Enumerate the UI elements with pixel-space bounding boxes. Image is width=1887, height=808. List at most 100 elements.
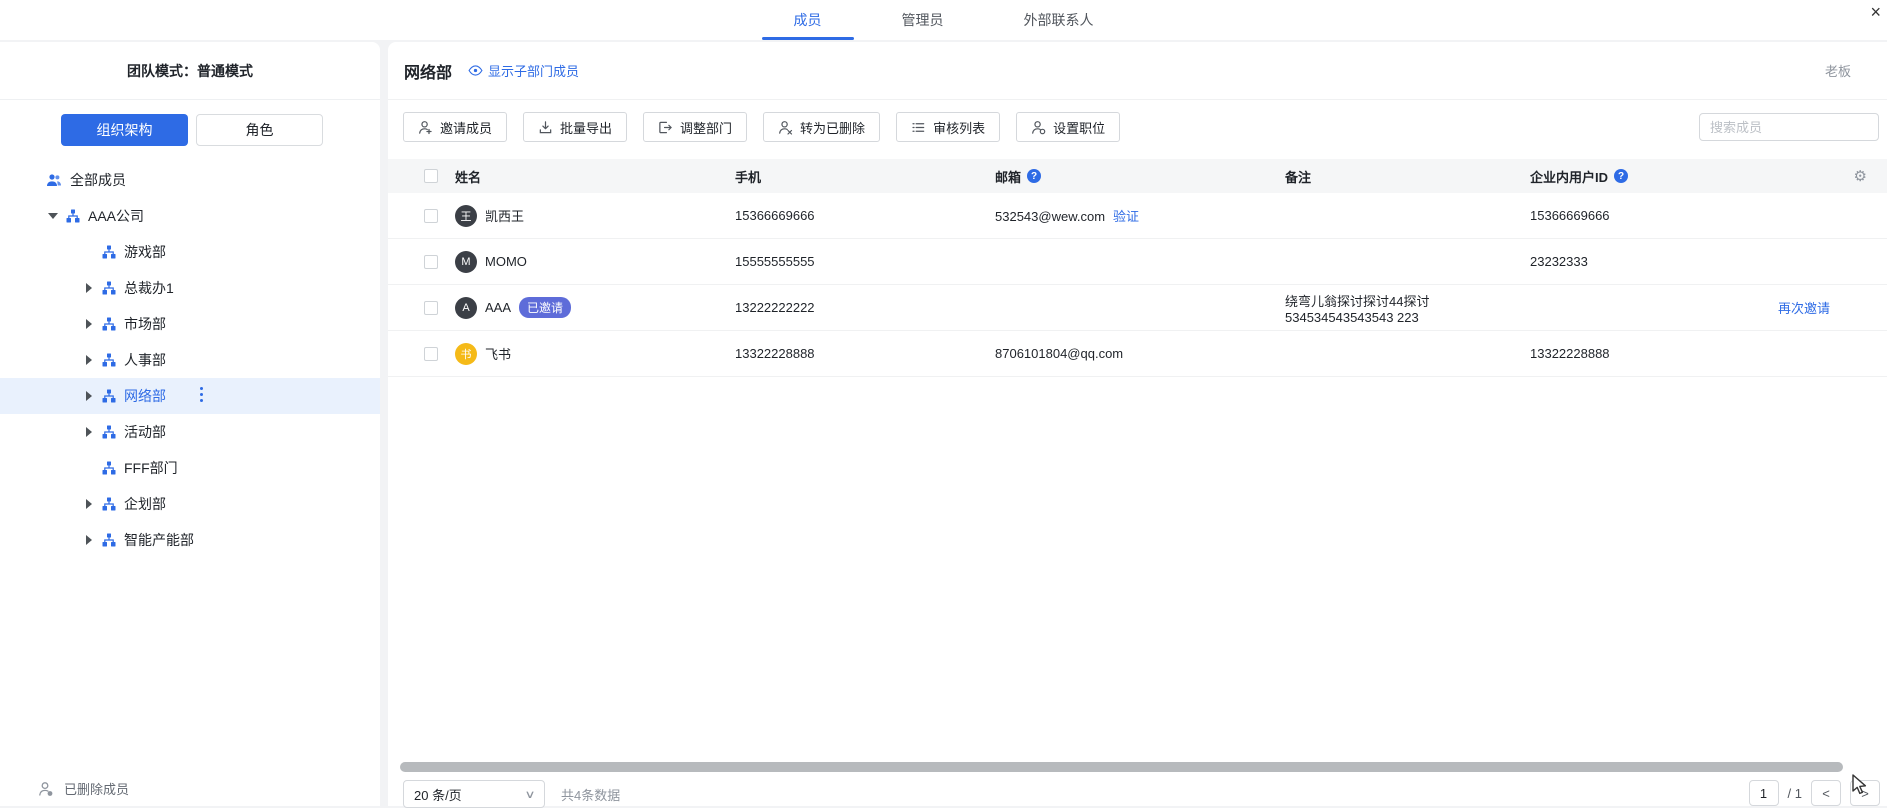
prev-page-button[interactable]: < [1811, 780, 1841, 806]
pagination-bar: 20 条/页 ∨ 共4条数据 1 / 1 < > [403, 780, 1887, 808]
invite-member-button[interactable]: 邀请成员 [403, 112, 507, 142]
toolbar: 邀请成员 批量导出 调整部门 转为已删除 审核列表 设置职位 [403, 112, 1120, 142]
current-page-box[interactable]: 1 [1749, 780, 1779, 806]
chevron-right-icon[interactable] [82, 391, 96, 401]
member-name: 凯西王 [485, 206, 524, 225]
help-icon[interactable]: ? [1614, 169, 1628, 183]
row-checkbox[interactable] [424, 255, 438, 269]
tree-item-dept[interactable]: 智能产能部 [0, 522, 380, 558]
close-icon[interactable]: × [1870, 2, 1881, 22]
move-to-deleted-button[interactable]: 转为已删除 [763, 112, 880, 142]
top-tab-bar: 成员 管理员 外部联系人 × [0, 0, 1887, 40]
role-badge: 老板 [1825, 61, 1851, 80]
column-user-id: 企业内用户ID ? [1530, 167, 1760, 186]
tree-item-dept[interactable]: 总裁办1 [0, 270, 380, 306]
verify-link[interactable]: 验证 [1113, 209, 1139, 224]
download-icon [538, 120, 553, 135]
table-row[interactable]: M MOMO 15555555555 23232333 [388, 239, 1887, 285]
org-icon [102, 317, 116, 331]
tree-item-company[interactable]: AAA公司 [0, 198, 380, 234]
search-input[interactable] [1700, 120, 1887, 135]
chevron-right-icon[interactable] [82, 319, 96, 329]
chevron-right-icon[interactable] [82, 499, 96, 509]
member-user-id: 15366669666 [1530, 208, 1760, 223]
tree-item-dept[interactable]: 企划部 [0, 486, 380, 522]
person-add-icon [418, 120, 433, 135]
member-phone: 13322228888 [735, 346, 995, 361]
tree-item-label: 总裁办1 [124, 278, 174, 298]
chevron-down-icon[interactable] [46, 213, 60, 219]
more-actions-icon[interactable] [200, 387, 204, 402]
column-email: 邮箱 ? [995, 167, 1285, 186]
status-badge: 已邀请 [519, 297, 571, 318]
review-list-button[interactable]: 审核列表 [896, 112, 1000, 142]
page-title: 网络部 [404, 59, 452, 83]
member-user-id: 23232333 [1530, 254, 1760, 269]
deleted-members-button[interactable]: 已删除成员 [38, 779, 129, 798]
org-icon [102, 245, 116, 259]
member-name: 飞书 [485, 344, 511, 363]
avatar: A [455, 297, 477, 319]
roles-button[interactable]: 角色 [196, 114, 323, 146]
table-row[interactable]: 书 飞书 13322228888 8706101804@qq.com 13322… [388, 331, 1887, 377]
member-name: AAA [485, 300, 511, 315]
member-table: 王 凯西王 15366669666 532543@wew.com验证 15366… [388, 193, 1887, 377]
next-page-button[interactable]: > [1850, 780, 1880, 806]
adjust-department-button[interactable]: 调整部门 [643, 112, 747, 142]
help-icon[interactable]: ? [1027, 169, 1041, 183]
tree-item-label: 网络部 [124, 386, 166, 406]
chevron-down-icon: ∨ [524, 788, 535, 801]
member-phone: 13222222222 [735, 300, 995, 315]
tree-item-label: AAA公司 [88, 206, 144, 226]
tab-group: 成员 管理员 外部联系人 [790, 0, 1098, 40]
page-size-select[interactable]: 20 条/页 ∨ [403, 780, 545, 808]
tree-item-label: 游戏部 [124, 242, 166, 262]
tree-item-dept-selected[interactable]: 网络部 [0, 378, 380, 414]
chevron-right-icon[interactable] [82, 283, 96, 293]
button-label: 设置职位 [1053, 118, 1105, 137]
tree-item-dept[interactable]: 人事部 [0, 342, 380, 378]
search-box [1699, 113, 1879, 141]
total-pages-label: / 1 [1788, 786, 1802, 801]
member-panel: 网络部 显示子部门成员 老板 邀请成员 批量导出 调整部门 转为已删除 审核列表 [388, 42, 1887, 806]
table-row[interactable]: 王 凯西王 15366669666 532543@wew.com验证 15366… [388, 193, 1887, 239]
tree-item-label: 全部成员 [70, 170, 126, 190]
set-position-button[interactable]: 设置职位 [1016, 112, 1120, 142]
table-row[interactable]: A AAA 已邀请 13222222222 绕弯儿翁探讨探讨44探讨534534… [388, 285, 1887, 331]
total-count-label: 共4条数据 [561, 785, 620, 804]
tree-item-dept[interactable]: 游戏部 [0, 234, 380, 270]
row-checkbox[interactable] [424, 301, 438, 315]
avatar: 书 [455, 343, 477, 365]
tree-item-label: FFF部门 [124, 458, 178, 478]
chevron-right-icon[interactable] [82, 355, 96, 365]
settings-icon[interactable]: ⚙ [1854, 159, 1867, 193]
row-checkbox[interactable] [424, 347, 438, 361]
chevron-right-icon[interactable] [82, 427, 96, 437]
tab-admins[interactable]: 管理员 [898, 0, 948, 40]
chevron-right-icon[interactable] [82, 535, 96, 545]
horizontal-scrollbar[interactable] [400, 762, 1843, 772]
reinvite-link[interactable]: 再次邀请 [1760, 298, 1887, 317]
column-name: 姓名 [455, 167, 735, 186]
show-subdept-toggle[interactable]: 显示子部门成员 [468, 61, 579, 80]
row-checkbox[interactable] [424, 209, 438, 223]
select-all-checkbox[interactable] [424, 169, 438, 183]
member-user-id: 13322228888 [1530, 346, 1760, 361]
org-icon [102, 353, 116, 367]
mode-switch: 组织架构 角色 [0, 100, 380, 146]
org-structure-button[interactable]: 组织架构 [61, 114, 188, 146]
member-name: MOMO [485, 254, 527, 269]
org-icon [102, 281, 116, 295]
tree-item-dept[interactable]: FFF部门 [0, 450, 380, 486]
column-remark: 备注 [1285, 167, 1530, 186]
org-icon [102, 533, 116, 547]
transfer-icon [658, 120, 673, 135]
tree-item-dept[interactable]: 活动部 [0, 414, 380, 450]
person-remove-icon [778, 120, 793, 135]
tab-members[interactable]: 成员 [790, 0, 826, 40]
tree-item-all-members[interactable]: 全部成员 [0, 162, 380, 198]
tab-external-contacts[interactable]: 外部联系人 [1020, 0, 1098, 40]
tree-item-dept[interactable]: 市场部 [0, 306, 380, 342]
batch-export-button[interactable]: 批量导出 [523, 112, 627, 142]
person-deleted-icon [38, 781, 54, 797]
